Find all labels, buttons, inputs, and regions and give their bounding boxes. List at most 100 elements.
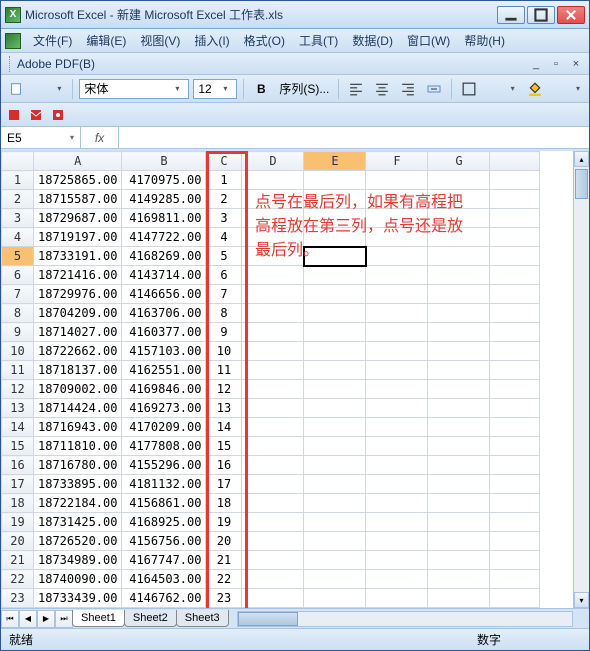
doc-restore-button[interactable]: ▫ (547, 57, 565, 71)
col-header-A[interactable]: A (34, 152, 122, 171)
cell[interactable]: 4169811.00 (122, 209, 206, 228)
col-header-extra[interactable] (490, 152, 540, 171)
cell[interactable] (366, 228, 428, 247)
cell[interactable] (366, 190, 428, 209)
cell[interactable] (490, 456, 540, 475)
cell[interactable] (366, 494, 428, 513)
menu-tools[interactable]: 工具(T) (293, 30, 344, 51)
cell[interactable] (242, 304, 304, 323)
cell[interactable] (490, 171, 540, 190)
cell[interactable]: 18709002.00 (34, 380, 122, 399)
sheet-tab-2[interactable]: Sheet2 (124, 610, 177, 627)
cell[interactable] (304, 323, 366, 342)
cell[interactable] (242, 513, 304, 532)
cell[interactable] (366, 304, 428, 323)
cell[interactable] (490, 209, 540, 228)
menu-file[interactable]: 文件(F) (27, 30, 78, 51)
cell[interactable]: 4146656.00 (122, 285, 206, 304)
cell[interactable] (490, 361, 540, 380)
cell[interactable]: 4157103.00 (122, 342, 206, 361)
scroll-up-button[interactable]: ▴ (574, 151, 589, 167)
cell[interactable] (366, 285, 428, 304)
cell[interactable] (428, 171, 490, 190)
cell[interactable] (366, 551, 428, 570)
cell[interactable]: 4163706.00 (122, 304, 206, 323)
formula-input[interactable] (119, 127, 589, 148)
cell[interactable] (428, 513, 490, 532)
cell[interactable]: 4143714.00 (122, 266, 206, 285)
row-header[interactable]: 1 (2, 171, 34, 190)
cell[interactable]: 18733895.00 (34, 475, 122, 494)
cell[interactable]: 4147722.00 (122, 228, 206, 247)
cell[interactable]: 4170209.00 (122, 418, 206, 437)
fill-color-button[interactable] (524, 78, 546, 100)
row-header[interactable]: 4 (2, 228, 34, 247)
cell[interactable]: 18729976.00 (34, 285, 122, 304)
cell[interactable]: 8 (206, 304, 242, 323)
menu-format[interactable]: 格式(O) (238, 30, 291, 51)
tab-nav-next[interactable]: ▶ (37, 610, 55, 628)
scroll-down-button[interactable]: ▾ (574, 592, 589, 608)
col-header-F[interactable]: F (366, 152, 428, 171)
menu-help[interactable]: 帮助(H) (458, 30, 511, 51)
align-center-button[interactable] (371, 78, 393, 100)
row-header[interactable]: 9 (2, 323, 34, 342)
cell[interactable]: 18726520.00 (34, 532, 122, 551)
sheet-tab-1[interactable]: Sheet1 (72, 610, 125, 627)
cell[interactable] (366, 323, 428, 342)
cell[interactable] (304, 456, 366, 475)
col-header-G[interactable]: G (428, 152, 490, 171)
cell[interactable]: 4177808.00 (122, 437, 206, 456)
align-right-button[interactable] (397, 78, 419, 100)
cell[interactable] (366, 418, 428, 437)
sheet-tab-3[interactable]: Sheet3 (176, 610, 229, 627)
cell[interactable] (304, 190, 366, 209)
pdf-review-icon[interactable] (49, 106, 67, 124)
cell[interactable] (304, 342, 366, 361)
fx-button[interactable]: fx (81, 127, 119, 148)
cell[interactable]: 4156756.00 (122, 532, 206, 551)
cell[interactable] (428, 437, 490, 456)
cell[interactable] (242, 532, 304, 551)
cell[interactable] (428, 456, 490, 475)
cell[interactable] (304, 285, 366, 304)
cell[interactable] (490, 342, 540, 361)
cell[interactable] (366, 342, 428, 361)
cell[interactable] (242, 228, 304, 247)
menu-edit[interactable]: 编辑(E) (80, 30, 132, 51)
cell[interactable] (366, 247, 428, 266)
row-header[interactable]: 20 (2, 532, 34, 551)
font-dropdown-icon[interactable]: ▾ (170, 84, 184, 93)
cell[interactable] (490, 323, 540, 342)
row-header[interactable]: 15 (2, 437, 34, 456)
cell[interactable]: 18716780.00 (34, 456, 122, 475)
cell[interactable] (428, 589, 490, 608)
cell[interactable] (428, 475, 490, 494)
cell[interactable] (242, 589, 304, 608)
row-header[interactable]: 7 (2, 285, 34, 304)
cell[interactable] (428, 266, 490, 285)
cell[interactable]: 18714424.00 (34, 399, 122, 418)
row-header[interactable]: 8 (2, 304, 34, 323)
row-header[interactable]: 22 (2, 570, 34, 589)
minimize-button[interactable] (497, 6, 525, 24)
cell[interactable] (304, 589, 366, 608)
horizontal-scrollbar[interactable] (237, 611, 573, 627)
row-header[interactable]: 17 (2, 475, 34, 494)
row-header[interactable]: 23 (2, 589, 34, 608)
row-header[interactable]: 12 (2, 380, 34, 399)
cell[interactable] (428, 342, 490, 361)
cell[interactable] (242, 475, 304, 494)
cell[interactable] (242, 342, 304, 361)
cell[interactable] (304, 361, 366, 380)
tab-nav-prev[interactable]: ◀ (19, 610, 37, 628)
cell[interactable]: 7 (206, 285, 242, 304)
cell[interactable]: 23 (206, 589, 242, 608)
cell[interactable]: 4162551.00 (122, 361, 206, 380)
cell[interactable]: 21 (206, 551, 242, 570)
fill-dropdown-icon[interactable]: ▾ (571, 84, 585, 93)
cell[interactable]: 18729687.00 (34, 209, 122, 228)
cell[interactable] (366, 570, 428, 589)
new-button[interactable] (5, 78, 27, 100)
cell[interactable]: 4168269.00 (122, 247, 206, 266)
